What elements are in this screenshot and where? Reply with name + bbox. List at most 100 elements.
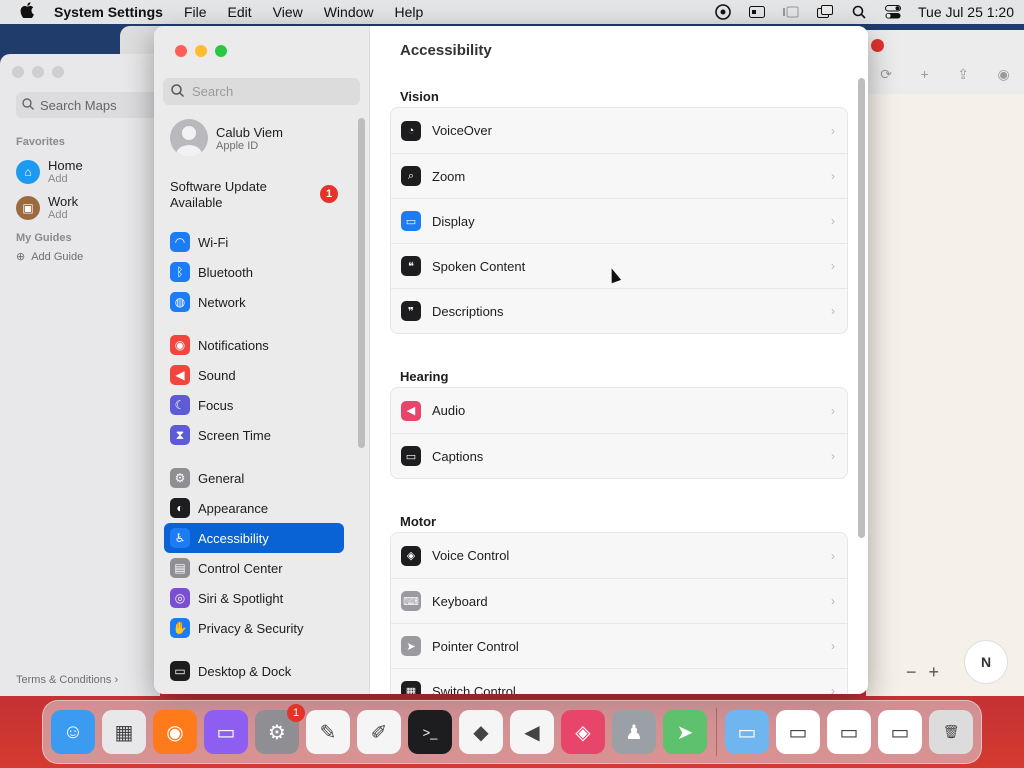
maps-search-field[interactable]: Search Maps [16, 92, 166, 118]
menu-clock[interactable]: Tue Jul 25 1:20 [918, 4, 1014, 20]
zoom-button[interactable] [215, 45, 227, 57]
sidebar-item-privacy-security[interactable]: ✋ Privacy & Security [164, 613, 344, 643]
row-keyboard[interactable]: ⌨ Keyboard › [391, 578, 847, 623]
finder-icon[interactable]: ☺ [51, 710, 95, 754]
user-sub: Apple ID [216, 139, 259, 152]
menu-window[interactable]: Window [324, 4, 374, 20]
menu-file[interactable]: File [184, 4, 207, 20]
sidebar-item-sound[interactable]: ◀ Sound [164, 360, 344, 390]
chevron-right-icon: › [831, 259, 835, 273]
control-center-icon: ▤ [170, 558, 190, 578]
settings-search-input[interactable]: Search [163, 78, 360, 105]
sidebar-item-screen-time[interactable]: ⧗ Screen Time [164, 420, 344, 450]
record-icon[interactable] [871, 39, 884, 52]
refresh-icon[interactable]: ⟳ [880, 66, 892, 83]
terms-link[interactable]: Terms & Conditions › [16, 674, 118, 686]
podcasts-icon[interactable]: ▭ [204, 710, 248, 754]
zoom-in-icon[interactable]: + [929, 662, 940, 683]
sidebar-item-desktop-dock[interactable]: ▭ Desktop & Dock [164, 656, 344, 686]
sidebar-item-focus[interactable]: ☾ Focus [164, 390, 344, 420]
favorite-home[interactable]: ⌂ Home Add [16, 158, 83, 185]
privacy-icon: ✋ [170, 618, 190, 638]
launchpad-icon[interactable]: ▦ [102, 710, 146, 754]
map-toolbar-buttons: ⟳ + ⇪ ◉ [866, 66, 1024, 83]
automator-icon[interactable]: ♟ [612, 710, 656, 754]
sidebar-item-appearance[interactable]: ◐ Appearance [164, 493, 344, 523]
maps-icon[interactable]: ➤ [663, 710, 707, 754]
row-audio[interactable]: ◀ Audio › [391, 388, 847, 433]
sidebar-item-control-center[interactable]: ▤ Control Center [164, 553, 344, 583]
downloads-folder-icon[interactable]: ▭ [725, 710, 769, 754]
account-icon[interactable]: ◉ [998, 66, 1010, 83]
row-captions[interactable]: ▭ Captions › [391, 433, 847, 478]
window-thumb-1-icon[interactable]: ▭ [776, 710, 820, 754]
keyboard-input-icon[interactable] [740, 0, 774, 24]
sidebar-item-bluetooth[interactable]: ᛒ Bluetooth [164, 257, 344, 287]
dock-glyph: ▭ [737, 721, 757, 744]
row-descriptions[interactable]: ❞ Descriptions › [391, 288, 847, 333]
textedit-icon[interactable]: ✐ [357, 710, 401, 754]
maps-minimize-button[interactable] [32, 66, 44, 78]
content-scrollbar[interactable] [858, 78, 865, 538]
window-thumb-3-icon[interactable]: ▭ [878, 710, 922, 754]
firefox-icon[interactable]: ◉ [153, 710, 197, 754]
shortcuts-icon[interactable]: ◈ [561, 710, 605, 754]
row-voiceover[interactable]: ◔ VoiceOver › [391, 108, 847, 153]
sidebar-item-label: Focus [198, 397, 234, 413]
settings-sidebar: Search Calub Viem Apple ID Software Upda… [154, 26, 370, 694]
row-zoom[interactable]: ⌕ Zoom › [391, 153, 847, 198]
menu-edit[interactable]: Edit [228, 4, 252, 20]
row-pointer-control[interactable]: ➤ Pointer Control › [391, 623, 847, 668]
sidebar-item-general[interactable]: ⚙ General [164, 463, 344, 493]
trash-icon[interactable]: 🗑 [929, 710, 973, 754]
screen-mirroring-icon[interactable] [808, 0, 842, 24]
window-thumb-2-icon[interactable]: ▭ [827, 710, 871, 754]
row-spoken-content[interactable]: ❝ Spoken Content › [391, 243, 847, 288]
spoken-content-icon: ❝ [401, 256, 421, 276]
chevron-right-icon: › [114, 674, 119, 686]
sidebar-item-accessibility[interactable]: ♿ Accessibility [164, 523, 344, 553]
add-icon[interactable]: + [921, 66, 929, 83]
sidebar-item-notifications[interactable]: ◉ Notifications [164, 330, 344, 360]
menu-view[interactable]: View [273, 4, 303, 20]
system-settings-icon[interactable]: ⚙ 1 [255, 704, 305, 754]
minimize-button[interactable] [195, 45, 207, 57]
control-center-icon[interactable] [876, 0, 910, 24]
sidebar-item-wi-fi[interactable]: ◠ Wi-Fi [164, 227, 344, 257]
sidebar-item-label: Bluetooth [198, 264, 253, 280]
maps-zoom-button[interactable] [52, 66, 64, 78]
maps-close-button[interactable] [12, 66, 24, 78]
status-settings-icon[interactable] [706, 0, 740, 24]
row-voice-control[interactable]: ◈ Voice Control › [391, 533, 847, 578]
spotlight-search-icon[interactable] [842, 0, 876, 24]
sidebar-scrollbar[interactable] [358, 118, 365, 448]
terms-label: Terms & Conditions [16, 674, 112, 686]
vscode-icon[interactable]: ◀ [510, 710, 554, 754]
terminal-icon[interactable]: >_ [408, 710, 452, 754]
sidebar-item-network[interactable]: ◍ Network [164, 287, 344, 317]
row-label: Display [432, 213, 475, 229]
zoom-out-icon[interactable]: − [906, 662, 917, 683]
apple-menu-icon[interactable] [0, 1, 54, 23]
accessibility-pane: Accessibility Vision ◔ VoiceOver › ⌕ Zoom › ▭ Di… [370, 26, 868, 694]
freeform-icon[interactable]: ✎ [306, 710, 350, 754]
sidebar-item-siri-spotlight[interactable]: ◎ Siri & Spotlight [164, 583, 344, 613]
settings-group-vision: ◔ VoiceOver › ⌕ Zoom › ▭ Display › ❝ Spoken Conten… [390, 107, 848, 334]
add-guide-button[interactable]: ⊕ Add Guide [16, 250, 83, 264]
close-button[interactable] [175, 45, 187, 57]
software-update-item[interactable]: Software Update Available [170, 179, 300, 211]
visual-studio-icon[interactable]: ◆ [459, 710, 503, 754]
favorite-work[interactable]: ▣ Work Add [16, 194, 78, 221]
stage-manager-icon[interactable] [774, 0, 808, 24]
row-display[interactable]: ▭ Display › [391, 198, 847, 243]
share-icon[interactable]: ⇪ [957, 66, 969, 83]
apple-id-item[interactable]: Calub Viem Apple ID [170, 119, 283, 157]
row-label: VoiceOver [432, 123, 492, 138]
chevron-right-icon: › [831, 123, 835, 138]
compass-icon[interactable]: N [964, 640, 1008, 684]
row-switch-control[interactable]: ▦ Switch Control › [391, 668, 847, 694]
dock-glyph: ▭ [216, 721, 236, 744]
dock-glyph: ☺ [62, 720, 84, 743]
menu-help[interactable]: Help [395, 4, 424, 20]
menu-app-name[interactable]: System Settings [54, 4, 163, 20]
